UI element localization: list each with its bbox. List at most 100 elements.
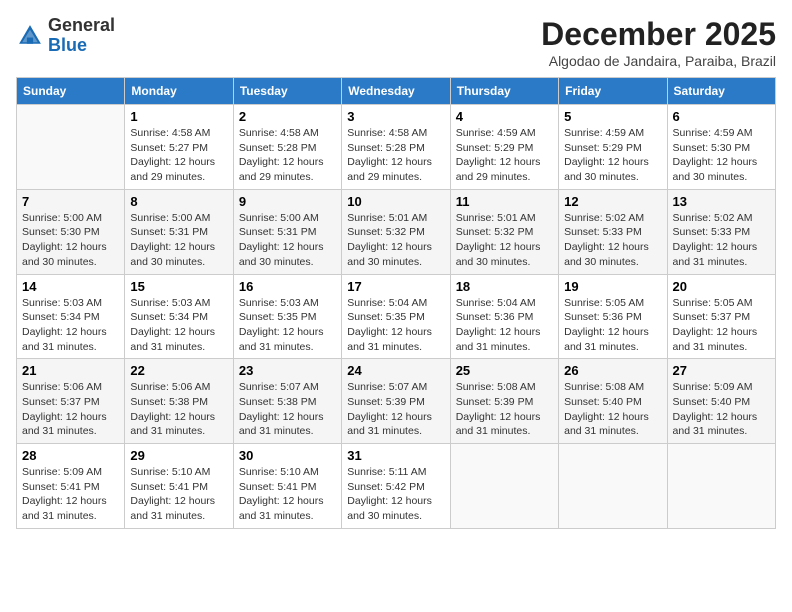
calendar-week-2: 7 Sunrise: 5:00 AM Sunset: 5:30 PM Daylig… (17, 189, 776, 274)
day-number: 1 (130, 109, 227, 124)
day-detail: Sunrise: 4:58 AM Sunset: 5:27 PM Dayligh… (130, 126, 227, 185)
calendar-cell: 13Sunrise: 5:02 AM Sunset: 5:33 PM Dayli… (667, 189, 775, 274)
day-number: 22 (130, 363, 227, 378)
day-number: 6 (673, 109, 770, 124)
day-detail: Sunrise: 5:06 AM Sunset: 5:38 PM Dayligh… (130, 380, 227, 439)
day-number: 4 (456, 109, 553, 124)
calendar-cell: 1 Sunrise: 4:58 AM Sunset: 5:27 PM Daylig… (125, 105, 233, 190)
calendar-cell: 25Sunrise: 5:08 AM Sunset: 5:39 PM Dayli… (450, 359, 558, 444)
day-number: 29 (130, 448, 227, 463)
day-detail: Sunrise: 5:10 AM Sunset: 5:41 PM Dayligh… (239, 465, 336, 524)
day-number: 9 (239, 194, 336, 209)
day-number: 7 (22, 194, 119, 209)
logo: General Blue (16, 16, 115, 56)
day-number: 5 (564, 109, 661, 124)
day-number: 23 (239, 363, 336, 378)
day-number: 28 (22, 448, 119, 463)
day-number: 17 (347, 279, 444, 294)
location-text: Algodao de Jandaira, Paraiba, Brazil (541, 53, 776, 69)
calendar-cell: 9 Sunrise: 5:00 AM Sunset: 5:31 PM Daylig… (233, 189, 341, 274)
day-detail: Sunrise: 5:01 AM Sunset: 5:32 PM Dayligh… (347, 211, 444, 270)
calendar-cell: 4 Sunrise: 4:59 AM Sunset: 5:29 PM Daylig… (450, 105, 558, 190)
calendar-cell: 18Sunrise: 5:04 AM Sunset: 5:36 PM Dayli… (450, 274, 558, 359)
day-detail: Sunrise: 5:09 AM Sunset: 5:41 PM Dayligh… (22, 465, 119, 524)
column-header-tuesday: Tuesday (233, 78, 341, 105)
column-header-monday: Monday (125, 78, 233, 105)
day-number: 16 (239, 279, 336, 294)
month-year-title: December 2025 (541, 16, 776, 53)
calendar-cell: 8Sunrise: 5:00 AM Sunset: 5:31 PM Daylig… (125, 189, 233, 274)
day-number: 15 (130, 279, 227, 294)
day-detail: Sunrise: 5:06 AM Sunset: 5:37 PM Dayligh… (22, 380, 119, 439)
calendar-cell: 16 Sunrise: 5:03 AM Sunset: 5:35 PM Dayli… (233, 274, 341, 359)
day-number: 25 (456, 363, 553, 378)
day-detail: Sunrise: 4:59 AM Sunset: 5:29 PM Dayligh… (564, 126, 661, 185)
day-number: 3 (347, 109, 444, 124)
day-number: 14 (22, 279, 119, 294)
calendar-cell: 19 Sunrise: 5:05 AM Sunset: 5:36 PM Dayli… (559, 274, 667, 359)
calendar-cell: 21 Sunrise: 5:06 AM Sunset: 5:37 PM Dayli… (17, 359, 125, 444)
day-detail: Sunrise: 4:58 AM Sunset: 5:28 PM Dayligh… (239, 126, 336, 185)
calendar-header-row: SundayMondayTuesdayWednesdayThursdayFrid… (17, 78, 776, 105)
day-detail: Sunrise: 4:59 AM Sunset: 5:30 PM Dayligh… (673, 126, 770, 185)
day-detail: Sunrise: 5:07 AM Sunset: 5:39 PM Dayligh… (347, 380, 444, 439)
day-detail: Sunrise: 5:05 AM Sunset: 5:36 PM Dayligh… (564, 296, 661, 355)
day-number: 21 (22, 363, 119, 378)
day-detail: Sunrise: 4:58 AM Sunset: 5:28 PM Dayligh… (347, 126, 444, 185)
day-detail: Sunrise: 4:59 AM Sunset: 5:29 PM Dayligh… (456, 126, 553, 185)
column-header-saturday: Saturday (667, 78, 775, 105)
page-header: General Blue December 2025 Algodao de Ja… (16, 16, 776, 69)
day-detail: Sunrise: 5:04 AM Sunset: 5:35 PM Dayligh… (347, 296, 444, 355)
day-number: 18 (456, 279, 553, 294)
day-detail: Sunrise: 5:03 AM Sunset: 5:35 PM Dayligh… (239, 296, 336, 355)
calendar-cell (667, 444, 775, 529)
calendar-cell: 30 Sunrise: 5:10 AM Sunset: 5:41 PM Dayli… (233, 444, 341, 529)
day-detail: Sunrise: 5:00 AM Sunset: 5:31 PM Dayligh… (239, 211, 336, 270)
day-detail: Sunrise: 5:00 AM Sunset: 5:31 PM Dayligh… (130, 211, 227, 270)
calendar-cell: 20Sunrise: 5:05 AM Sunset: 5:37 PM Dayli… (667, 274, 775, 359)
day-detail: Sunrise: 5:07 AM Sunset: 5:38 PM Dayligh… (239, 380, 336, 439)
day-detail: Sunrise: 5:02 AM Sunset: 5:33 PM Dayligh… (564, 211, 661, 270)
calendar-cell: 31 Sunrise: 5:11 AM Sunset: 5:42 PM Dayli… (342, 444, 450, 529)
day-number: 20 (673, 279, 770, 294)
calendar-cell: 15Sunrise: 5:03 AM Sunset: 5:34 PM Dayli… (125, 274, 233, 359)
logo-general-text: General (48, 15, 115, 35)
calendar-cell: 26 Sunrise: 5:08 AM Sunset: 5:40 PM Dayli… (559, 359, 667, 444)
day-number: 2 (239, 109, 336, 124)
calendar-cell: 7 Sunrise: 5:00 AM Sunset: 5:30 PM Daylig… (17, 189, 125, 274)
calendar-cell: 27Sunrise: 5:09 AM Sunset: 5:40 PM Dayli… (667, 359, 775, 444)
title-block: December 2025 Algodao de Jandaira, Parai… (541, 16, 776, 69)
logo-icon (16, 22, 44, 50)
day-number: 19 (564, 279, 661, 294)
calendar-week-1: 1 Sunrise: 4:58 AM Sunset: 5:27 PM Daylig… (17, 105, 776, 190)
calendar-cell: 29 Sunrise: 5:10 AM Sunset: 5:41 PM Dayli… (125, 444, 233, 529)
calendar-cell: 10Sunrise: 5:01 AM Sunset: 5:32 PM Dayli… (342, 189, 450, 274)
calendar-cell: 11Sunrise: 5:01 AM Sunset: 5:32 PM Dayli… (450, 189, 558, 274)
day-detail: Sunrise: 5:01 AM Sunset: 5:32 PM Dayligh… (456, 211, 553, 270)
day-detail: Sunrise: 5:11 AM Sunset: 5:42 PM Dayligh… (347, 465, 444, 524)
calendar-week-4: 21 Sunrise: 5:06 AM Sunset: 5:37 PM Dayli… (17, 359, 776, 444)
calendar-cell: 5 Sunrise: 4:59 AM Sunset: 5:29 PM Daylig… (559, 105, 667, 190)
day-number: 24 (347, 363, 444, 378)
calendar-cell: 2 Sunrise: 4:58 AM Sunset: 5:28 PM Daylig… (233, 105, 341, 190)
calendar-week-5: 28 Sunrise: 5:09 AM Sunset: 5:41 PM Dayli… (17, 444, 776, 529)
calendar-cell: 17 Sunrise: 5:04 AM Sunset: 5:35 PM Dayli… (342, 274, 450, 359)
day-detail: Sunrise: 5:00 AM Sunset: 5:30 PM Dayligh… (22, 211, 119, 270)
calendar-cell (450, 444, 558, 529)
day-detail: Sunrise: 5:09 AM Sunset: 5:40 PM Dayligh… (673, 380, 770, 439)
column-header-friday: Friday (559, 78, 667, 105)
column-header-wednesday: Wednesday (342, 78, 450, 105)
day-number: 31 (347, 448, 444, 463)
calendar-cell: 28 Sunrise: 5:09 AM Sunset: 5:41 PM Dayli… (17, 444, 125, 529)
day-detail: Sunrise: 5:10 AM Sunset: 5:41 PM Dayligh… (130, 465, 227, 524)
calendar-cell (559, 444, 667, 529)
day-number: 30 (239, 448, 336, 463)
calendar-cell: 6 Sunrise: 4:59 AM Sunset: 5:30 PM Daylig… (667, 105, 775, 190)
day-number: 26 (564, 363, 661, 378)
calendar-cell: 23 Sunrise: 5:07 AM Sunset: 5:38 PM Dayli… (233, 359, 341, 444)
day-detail: Sunrise: 5:03 AM Sunset: 5:34 PM Dayligh… (22, 296, 119, 355)
day-number: 13 (673, 194, 770, 209)
day-detail: Sunrise: 5:08 AM Sunset: 5:40 PM Dayligh… (564, 380, 661, 439)
calendar-cell: 3 Sunrise: 4:58 AM Sunset: 5:28 PM Daylig… (342, 105, 450, 190)
calendar-cell: 24 Sunrise: 5:07 AM Sunset: 5:39 PM Dayli… (342, 359, 450, 444)
